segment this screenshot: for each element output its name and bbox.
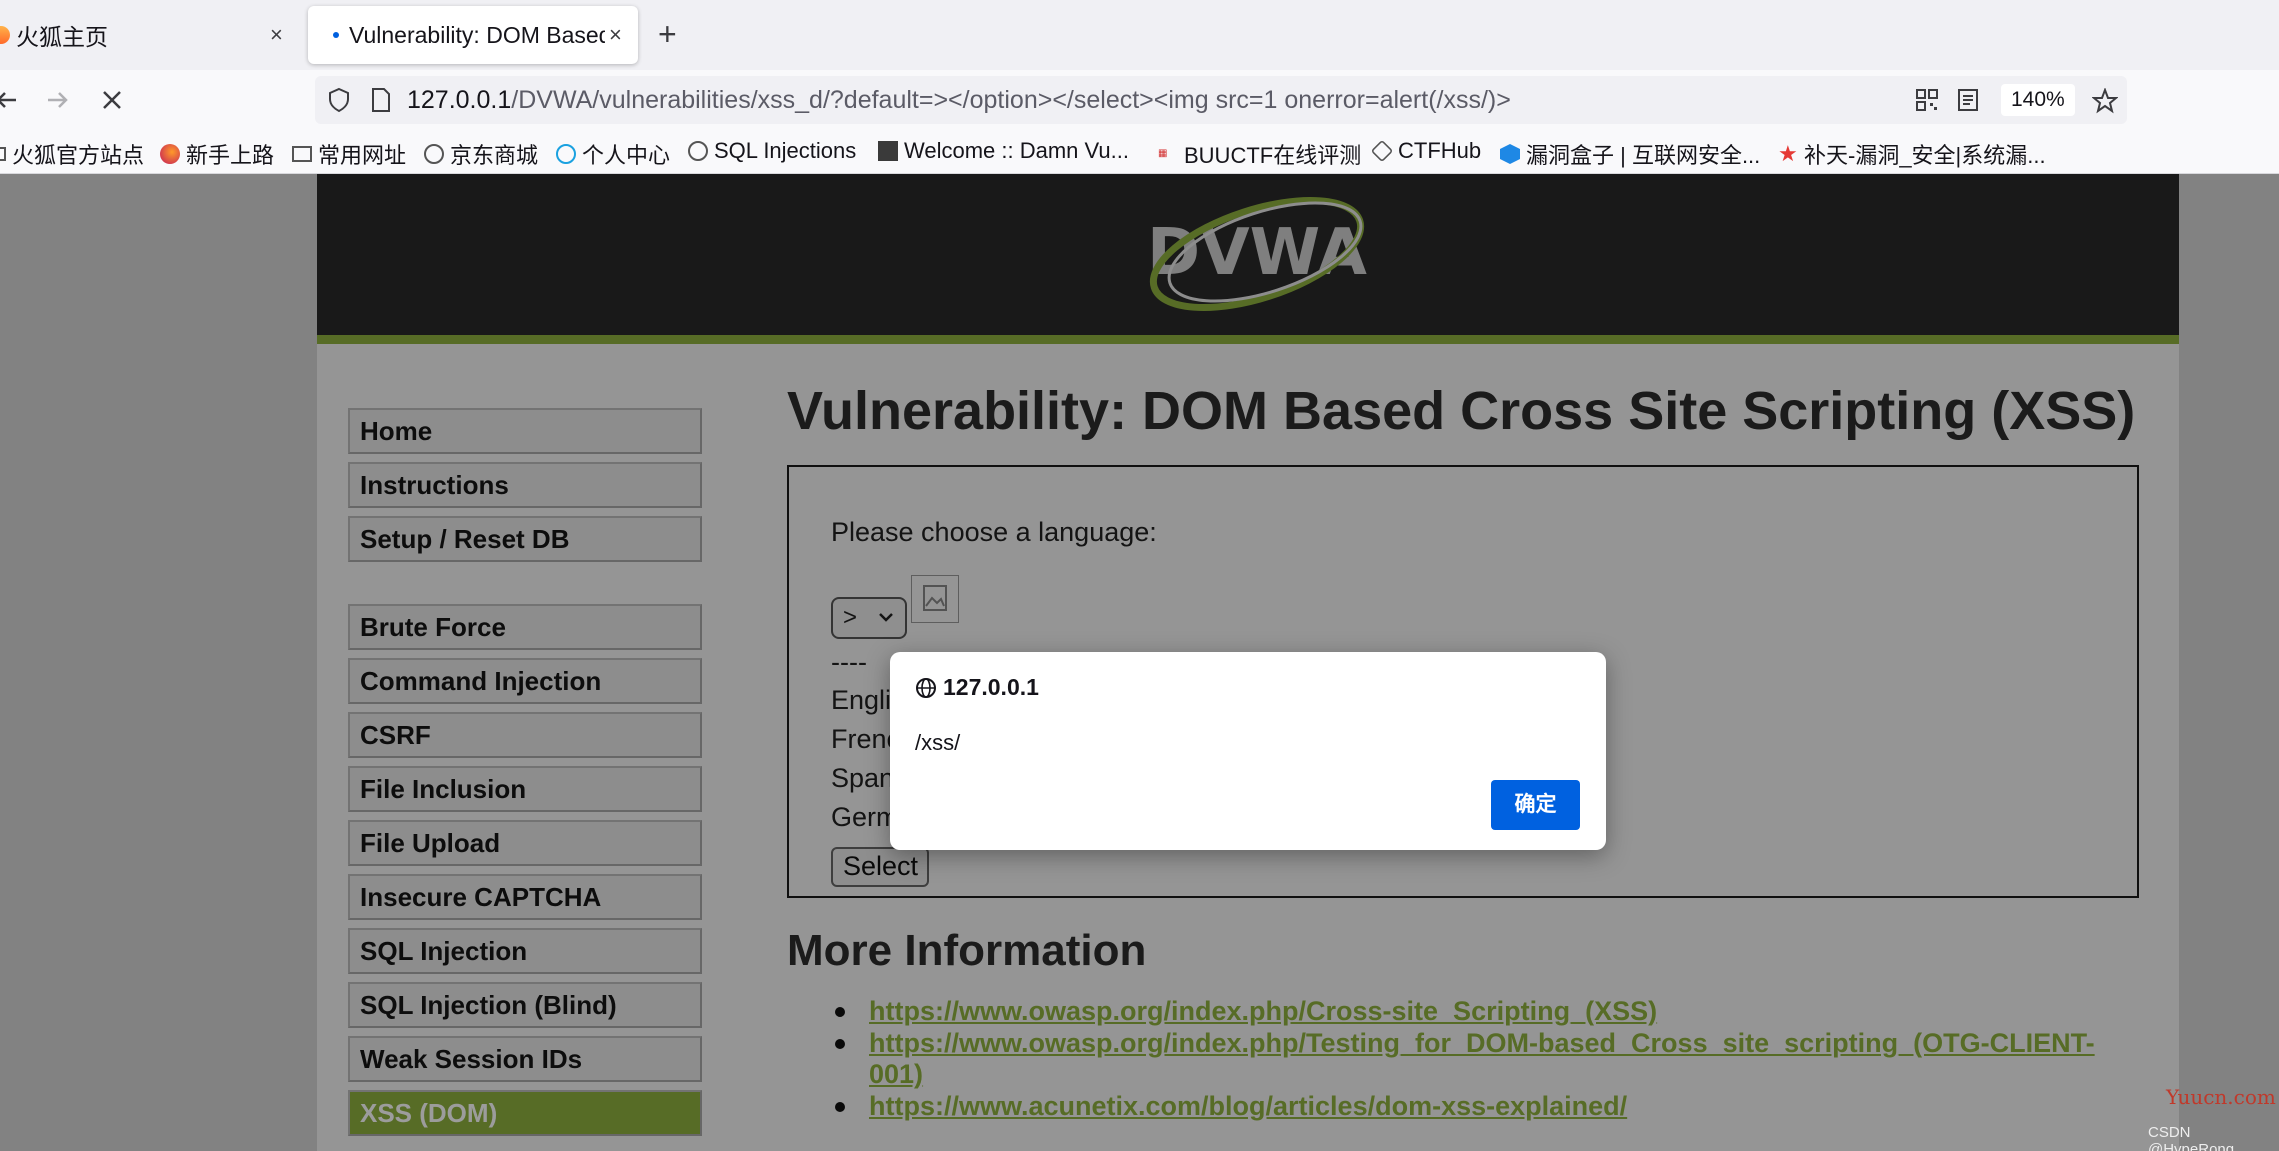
loading-dot-icon <box>333 32 339 38</box>
tab-dvwa-active[interactable]: Vulnerability: DOM Based Cross Site Scri… <box>308 6 638 64</box>
tab-title: Vulnerability: DOM Based Cross Site Scri… <box>349 21 605 48</box>
stop-loading-icon[interactable] <box>98 80 126 131</box>
url-bar[interactable]: 127.0.0.1/DVWA/vulnerabilities/xss_d/?de… <box>315 76 2127 124</box>
bookmark-label: 火狐官方站点 <box>12 143 145 168</box>
bookmark-item[interactable]: ▦ BUUCTF在线评测 <box>1158 138 1361 170</box>
bookmark-label: 个人中心 <box>582 143 671 168</box>
new-tab-button[interactable]: + <box>658 18 677 50</box>
bookmark-item[interactable]: Welcome :: Damn Vu... <box>878 138 1129 164</box>
firefox-icon <box>160 144 180 164</box>
page-info-icon[interactable] <box>370 87 392 113</box>
tab-bar: 火狐主页 × Vulnerability: DOM Based Cross Si… <box>0 0 2279 70</box>
forward-icon[interactable] <box>44 80 72 131</box>
ctfhub-icon <box>1370 139 1394 163</box>
bookmark-item[interactable]: 京东商城 <box>424 138 538 170</box>
bookmark-item[interactable]: CTFHub <box>1370 138 1482 164</box>
dvwa-favicon-icon <box>878 141 898 161</box>
watermark-yuucn: Yuucn.com <box>2166 1085 2276 1109</box>
bookmark-item[interactable]: ★ 补天-漏洞_安全|系统漏... <box>1778 138 2046 170</box>
tab-close-icon[interactable]: × <box>609 22 622 48</box>
reader-view-icon[interactable] <box>1957 88 1979 112</box>
firefox-icon <box>0 26 10 44</box>
zoom-level-badge[interactable]: 140% <box>2001 84 2075 116</box>
bookmark-star-icon[interactable] <box>2092 88 2118 114</box>
tab-firefox-home[interactable]: 火狐主页 × <box>0 6 295 64</box>
tracking-shield-icon[interactable] <box>327 87 351 113</box>
dialog-origin-host: 127.0.0.1 <box>943 674 1039 700</box>
user-center-icon <box>556 144 576 164</box>
url-path: /DVWA/vulnerabilities/xss_d/?default=></… <box>511 86 1511 114</box>
butian-star-icon: ★ <box>1778 141 1798 166</box>
buuctf-icon: ▦ <box>1158 148 1168 159</box>
bookmark-item[interactable]: 个人中心 <box>556 138 670 170</box>
globe-icon <box>688 141 708 161</box>
bookmark-label: 常用网址 <box>318 143 407 168</box>
navigation-toolbar: 127.0.0.1/DVWA/vulnerabilities/xss_d/?de… <box>0 70 2279 130</box>
bookmark-label: 京东商城 <box>450 143 539 168</box>
url-text[interactable]: 127.0.0.1/DVWA/vulnerabilities/xss_d/?de… <box>407 86 1511 115</box>
bookmark-label: SQL Injections <box>714 138 857 163</box>
dialog-origin: 127.0.0.1 <box>915 674 1039 701</box>
bookmark-item[interactable]: 新手上路 <box>160 138 274 170</box>
url-host: 127.0.0.1 <box>407 86 512 114</box>
watermark-csdn: CSDN @HypeRong <box>2148 1124 2235 1151</box>
back-icon[interactable] <box>0 80 22 131</box>
vulbox-icon <box>1500 144 1520 164</box>
globe-icon <box>424 144 444 164</box>
folder-icon <box>0 147 6 161</box>
bookmark-item[interactable]: SQL Injections <box>688 138 856 164</box>
dialog-message: /xss/ <box>915 730 961 755</box>
globe-icon <box>916 677 936 698</box>
tab-title: 火狐主页 <box>16 24 108 50</box>
bookmark-label: 新手上路 <box>186 143 275 168</box>
bookmark-label: 漏洞盒子 | 互联网安全... <box>1526 143 1761 168</box>
bookmark-item[interactable]: 火狐官方站点 <box>0 138 144 170</box>
ok-button[interactable]: 确定 <box>1491 780 1580 830</box>
bookmark-label: 补天-漏洞_安全|系统漏... <box>1804 143 2046 168</box>
bookmark-item[interactable]: 常用网址 <box>292 138 406 170</box>
qr-code-icon[interactable] <box>1915 88 1939 112</box>
tab-close-icon[interactable]: × <box>270 22 283 48</box>
bookmark-label: Welcome :: Damn Vu... <box>904 138 1129 163</box>
bookmark-label: CTFHub <box>1398 138 1482 163</box>
bookmarks-toolbar: 火狐官方站点 新手上路 常用网址 京东商城 个人中心 SQL Injection… <box>0 130 2279 174</box>
bookmark-item[interactable]: 漏洞盒子 | 互联网安全... <box>1500 138 1760 170</box>
folder-icon <box>292 146 312 162</box>
alert-dialog: 127.0.0.1 /xss/ 确定 <box>890 652 1606 850</box>
bookmark-label: BUUCTF在线评测 <box>1184 143 1362 168</box>
